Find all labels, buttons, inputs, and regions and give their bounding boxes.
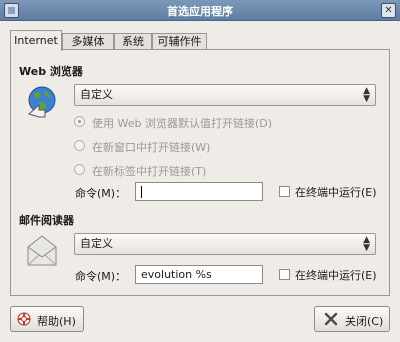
mail-reader-select[interactable]: 自定义 ▲ ▼ bbox=[74, 233, 376, 255]
mail-envelope-icon bbox=[27, 235, 57, 266]
title-bar: 首选应用程序 ✕ bbox=[0, 0, 400, 21]
mail-command-value: evolution %s bbox=[141, 268, 212, 281]
web-command-label: 命令(M)： bbox=[75, 187, 127, 200]
web-browser-select[interactable]: 自定义 ▲ ▼ bbox=[74, 84, 376, 106]
radio-default-open-label: 使用 Web 浏览器默认值打开链接(D) bbox=[92, 117, 273, 130]
web-browser-selected-value: 自定义 bbox=[80, 88, 113, 101]
close-icon bbox=[324, 312, 338, 326]
mail-command-label: 命令(M)： bbox=[75, 270, 127, 283]
web-terminal-checkbox[interactable] bbox=[279, 186, 290, 197]
mail-terminal-label: 在终端中运行(E) bbox=[295, 269, 377, 282]
help-button-label: 帮助(H) bbox=[37, 315, 76, 328]
radio-indicator[interactable] bbox=[74, 116, 85, 127]
radio-indicator[interactable] bbox=[74, 164, 85, 175]
mail-reader-heading: 邮件阅读器 bbox=[19, 214, 74, 227]
globe-arrow-icon bbox=[28, 86, 56, 118]
radio-new-tab-label: 在新标签中打开链接(T) bbox=[92, 165, 207, 178]
tab-panel: Web 浏览器 自定义 ▲ ▼ 使用 Web 浏览器默认值打开链接(D) 在新窗口… bbox=[10, 49, 390, 296]
chevron-down-icon: ▼ bbox=[363, 94, 370, 104]
chevron-updown-icon: ▲ ▼ bbox=[363, 236, 370, 253]
close-button-label: 关闭(C) bbox=[345, 315, 384, 328]
tab-internet[interactable]: Internet bbox=[10, 30, 62, 51]
chevron-updown-icon: ▲ ▼ bbox=[363, 87, 370, 104]
tab-accessibility[interactable]: 可辅作件 bbox=[152, 33, 207, 50]
mail-command-input[interactable]: evolution %s bbox=[135, 265, 263, 284]
lifebuoy-icon bbox=[17, 312, 31, 326]
web-terminal-label: 在终端中运行(E) bbox=[295, 186, 377, 199]
web-command-input[interactable] bbox=[135, 182, 263, 201]
close-button[interactable]: 关闭(C) bbox=[314, 306, 390, 332]
window-title: 首选应用程序 bbox=[167, 5, 233, 18]
mail-terminal-checkbox[interactable] bbox=[279, 269, 290, 280]
tab-system[interactable]: 系统 bbox=[114, 33, 152, 50]
mail-reader-selected-value: 自定义 bbox=[80, 237, 113, 250]
chevron-down-icon: ▼ bbox=[363, 243, 370, 253]
text-caret bbox=[141, 186, 142, 198]
tab-multimedia[interactable]: 多媒体 bbox=[62, 33, 114, 50]
radio-new-window-label: 在新窗口中打开链接(W) bbox=[92, 141, 211, 154]
radio-indicator[interactable] bbox=[74, 140, 85, 151]
window-close-button[interactable]: ✕ bbox=[381, 3, 396, 18]
help-button[interactable]: 帮助(H) bbox=[10, 306, 84, 332]
web-browser-heading: Web 浏览器 bbox=[19, 65, 83, 78]
